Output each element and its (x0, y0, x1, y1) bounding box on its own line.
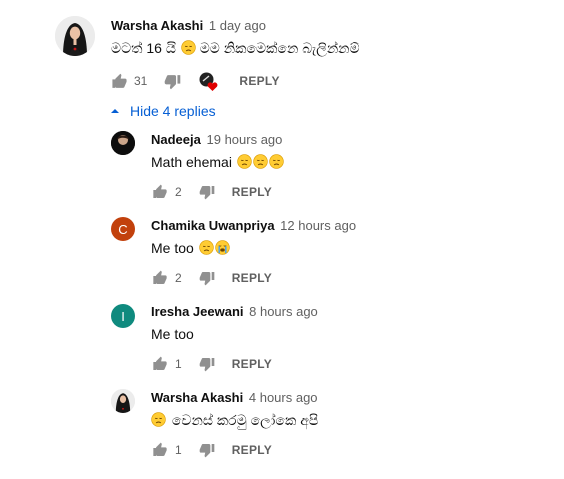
creator-avatar-heart-icon (199, 72, 218, 91)
dislike-button[interactable] (198, 441, 216, 459)
avatar[interactable]: I (111, 304, 135, 328)
profile-photo-icon (111, 389, 135, 413)
reply-text: වෙනස් කරමු ලෝකෙ අපි (151, 411, 318, 429)
avatar[interactable] (111, 389, 135, 413)
thumbs-down-icon (164, 73, 181, 90)
dislike-button[interactable] (198, 355, 216, 373)
thumbs-down-icon (199, 356, 215, 372)
reply-text-part: වෙනස් කරමු ලෝකෙ අපි (171, 412, 319, 428)
sad-face-icon (151, 412, 166, 427)
reply-author[interactable]: Iresha Jeewani (151, 304, 244, 319)
like-button[interactable] (151, 269, 169, 287)
reply-author[interactable]: Chamika Uwanpriya (151, 218, 275, 233)
thumbs-up-icon (152, 184, 168, 200)
thumbs-down-icon (199, 184, 215, 200)
reply-actions: 2 REPLY (151, 180, 272, 204)
reply-button[interactable]: REPLY (232, 357, 272, 371)
sad-face-icon (237, 154, 252, 169)
creator-heart-badge (199, 72, 218, 91)
reply-timestamp[interactable]: 19 hours ago (207, 132, 283, 147)
thumbs-up-icon (152, 442, 168, 458)
reply-timestamp[interactable]: 12 hours ago (280, 218, 356, 233)
dislike-button[interactable] (198, 269, 216, 287)
chevron-up-icon (110, 106, 120, 116)
like-button[interactable] (110, 72, 128, 90)
reply-actions: 2 REPLY (151, 266, 272, 290)
reply-text-part: Math ehemai (151, 154, 232, 170)
dislike-button[interactable] (163, 72, 181, 90)
reply-actions: 1 REPLY (151, 438, 272, 462)
like-button[interactable] (151, 441, 169, 459)
crying-face-icon (215, 240, 230, 255)
reply-text: Me too (151, 239, 230, 257)
profile-photo-icon (55, 16, 95, 56)
like-button[interactable] (151, 183, 169, 201)
comment-text-part: මම නිකමෙක්නෙ බැලින්නම් (199, 40, 360, 56)
hide-replies-button[interactable]: Hide 4 replies (110, 100, 216, 122)
thumbs-up-icon (152, 270, 168, 286)
reply-timestamp[interactable]: 4 hours ago (249, 390, 318, 405)
reply-button[interactable]: REPLY (232, 271, 272, 285)
like-count: 1 (175, 357, 182, 371)
thumbs-up-icon (111, 73, 128, 90)
comment-text: මටත් 16 යි මම නිකමෙක්නෙ බැලින්නම් (111, 39, 360, 57)
reply-text-part: Me too (151, 240, 194, 256)
thumbs-up-icon (152, 356, 168, 372)
avatar-letter: I (121, 308, 125, 324)
like-count: 1 (175, 443, 182, 457)
comment-author[interactable]: Warsha Akashi (111, 18, 203, 33)
sad-face-icon (199, 240, 214, 255)
reply-author[interactable]: Nadeeja (151, 132, 201, 147)
like-count: 2 (175, 185, 182, 199)
avatar[interactable] (111, 131, 135, 155)
sad-face-icon (181, 40, 196, 55)
like-button[interactable] (151, 355, 169, 373)
sad-face-icon (253, 154, 268, 169)
reply-timestamp[interactable]: 8 hours ago (249, 304, 318, 319)
profile-photo-icon (111, 131, 135, 155)
sad-face-icon (269, 154, 284, 169)
comment-actions: 31 REPLY (110, 69, 280, 93)
reply-button[interactable]: REPLY (232, 443, 272, 457)
avatar[interactable]: C (111, 217, 135, 241)
hide-replies-label: Hide 4 replies (130, 103, 216, 119)
comment-timestamp[interactable]: 1 day ago (209, 18, 266, 33)
reply-button[interactable]: REPLY (239, 74, 279, 88)
dislike-button[interactable] (198, 183, 216, 201)
like-count: 31 (134, 74, 148, 88)
reply-author[interactable]: Warsha Akashi (151, 390, 243, 405)
reply-button[interactable]: REPLY (232, 185, 272, 199)
like-count: 2 (175, 271, 182, 285)
avatar-letter: C (118, 221, 128, 237)
thumbs-down-icon (199, 270, 215, 286)
comment-text-part: මටත් 16 යි (111, 40, 176, 56)
reply-text: Me too (151, 326, 194, 342)
thumbs-down-icon (199, 442, 215, 458)
reply-actions: 1 REPLY (151, 352, 272, 376)
avatar[interactable] (55, 16, 95, 56)
reply-text: Math ehemai (151, 153, 284, 171)
